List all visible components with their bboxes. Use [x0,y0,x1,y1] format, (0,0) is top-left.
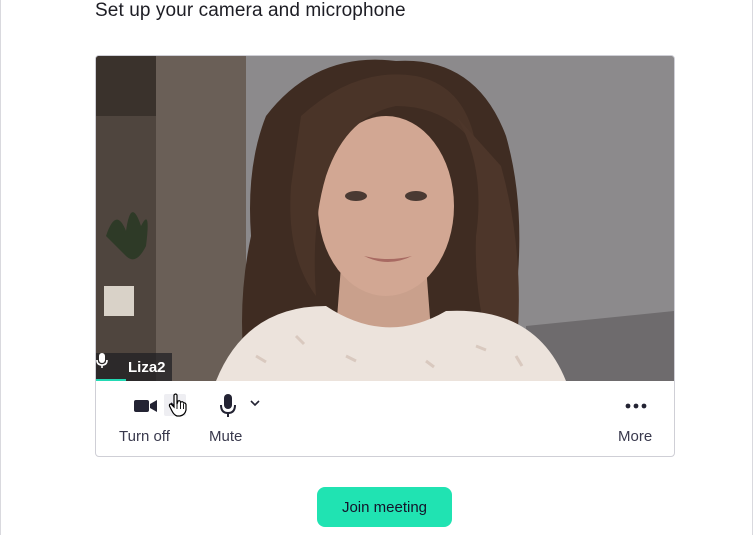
more-label: More [618,428,653,445]
turn-off-label: Turn off [119,428,170,445]
camera-preview: Liza2 [96,56,674,381]
camera-options-caret[interactable] [164,394,186,416]
device-controls: Turn off Mute More [96,382,674,456]
camera-feed-image [96,56,674,381]
video-camera-icon [134,394,158,418]
microphone-icon [218,394,238,418]
mute-label: Mute [209,428,243,445]
preview-card: Liza2 Turn off Mute More [95,55,675,457]
participant-name: Liza2 [128,358,166,376]
more-dots-icon [624,394,648,418]
join-meeting-button[interactable]: Join meeting [317,487,452,527]
mic-options-caret[interactable] [246,394,264,412]
microphone-icon [96,353,118,376]
more-button[interactable]: More [612,382,662,456]
page-title: Set up your camera and microphone [95,0,406,21]
audio-level-bar [96,379,126,381]
chevron-down-icon [250,400,260,406]
chevron-down-icon [170,402,180,408]
participant-name-tag: Liza2 [96,353,172,381]
